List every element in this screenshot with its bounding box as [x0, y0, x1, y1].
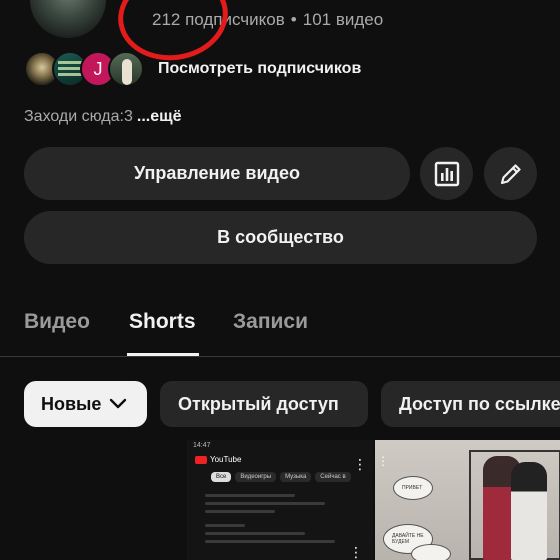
analytics-icon: [434, 161, 459, 186]
manage-videos-button[interactable]: Управление видео: [24, 147, 410, 200]
manage-videos-label: Управление видео: [134, 163, 300, 183]
speech-bubble: ПРИВЕТ: [393, 476, 433, 500]
tab-posts[interactable]: Записи: [233, 310, 308, 334]
speech-bubble: [411, 544, 451, 560]
short-thumbnail[interactable]: ПРИВЕТ ДАВАЙТЕ НЕ БУДЕМ ⋮: [375, 440, 560, 560]
thumbnail-chips: Все Видеоигры Музыка Сейчас в: [211, 472, 351, 482]
channel-tabs: Видео Shorts Записи: [0, 300, 560, 357]
subscribers-row[interactable]: J Посмотреть подписчиков: [24, 50, 361, 88]
community-label: В сообщество: [217, 227, 344, 247]
video-count: 101 видео: [302, 10, 384, 29]
pencil-icon: [500, 163, 521, 184]
edit-channel-button[interactable]: [484, 147, 537, 200]
more-vert-icon[interactable]: ⋮: [349, 544, 363, 560]
description-text: Заходи сюда:3: [24, 108, 133, 125]
more-link[interactable]: ...ещё: [137, 108, 182, 125]
thumbnail-status-bar: 14:47: [193, 442, 211, 449]
filter-chip-public[interactable]: Открытый доступ: [160, 381, 368, 427]
channel-avatar[interactable]: [30, 0, 106, 38]
subscriber-avatar: [108, 51, 144, 87]
analytics-button[interactable]: [420, 147, 473, 200]
filter-chip-unlisted[interactable]: Доступ по ссылке: [381, 381, 560, 427]
youtube-logo: YouTube: [195, 455, 241, 464]
short-thumbnail[interactable]: 14:47 YouTube Все Видеоигры Музыка Сейча…: [187, 440, 373, 560]
more-vert-icon[interactable]: ⋮: [353, 456, 367, 473]
more-vert-icon[interactable]: ⋮: [377, 454, 389, 468]
comic-figure: [511, 462, 547, 560]
channel-description[interactable]: Заходи сюда:3 ...ещё: [24, 108, 182, 126]
stats-separator: •: [290, 10, 297, 29]
active-tab-indicator: [127, 353, 199, 356]
sort-label: Новые: [41, 393, 102, 414]
sort-dropdown[interactable]: Новые: [24, 381, 147, 427]
tab-shorts[interactable]: Shorts: [129, 310, 196, 334]
chevron-down-icon: [110, 398, 127, 409]
community-button[interactable]: В сообщество: [24, 211, 537, 264]
tab-video[interactable]: Видео: [24, 310, 90, 334]
view-subscribers-link[interactable]: Посмотреть подписчиков: [158, 60, 361, 78]
